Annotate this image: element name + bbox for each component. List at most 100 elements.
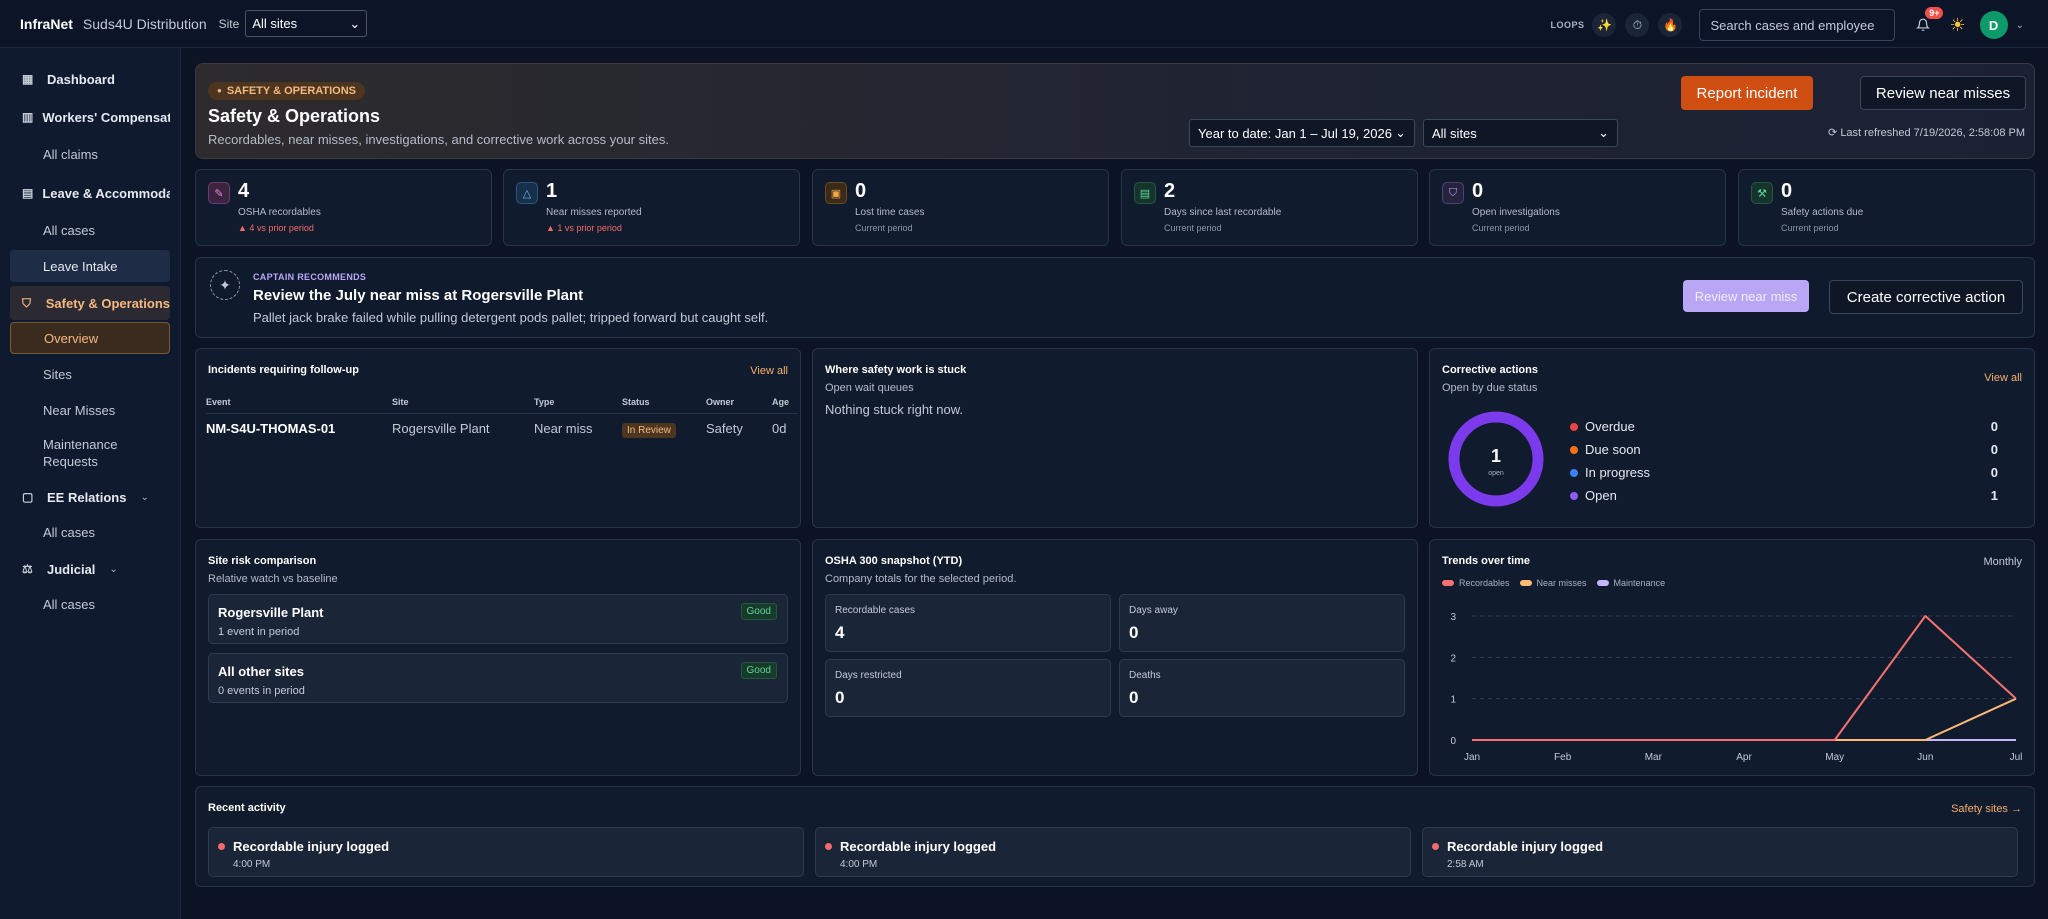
x-tick-label: Mar [1645,752,1663,763]
notifications-button[interactable]: 9+ [1911,7,1944,37]
report-incident-button[interactable]: Report incident [1681,76,1813,110]
kpi-days-since[interactable]: ▤ 2 Days since last recordable Current p… [1121,169,1418,246]
brand-name[interactable]: InfraNet [20,16,73,32]
bell-icon [1916,18,1931,31]
sidebar-item-safety[interactable]: ⛉ Safety & Operations [10,286,170,320]
legend-swatch [1596,580,1609,586]
search-input[interactable] [1699,9,1896,41]
date-range-select[interactable]: Year to date: Jan 1 – Jul 19, 2026 ⌄ [1189,119,1415,147]
osha-label: Days restricted [835,670,902,681]
incident-type: Near miss [534,421,593,436]
recent-activity-panel: Recent activity Safety sites → Recordabl… [195,786,2035,887]
sidebar-item-dashboard[interactable]: ▦ Dashboard [10,62,170,96]
sidebar-item-maintenance[interactable]: Maintenance Requests [10,430,138,476]
sidebar-item-leave-all-cases[interactable]: All cases [10,214,170,246]
sparkle-icon[interactable]: ✨ [1592,13,1617,37]
kpi-osha-recordables[interactable]: ✎ 4 OSHA recordables ▲ 4 vs prior period [195,169,492,246]
review-near-misses-button[interactable]: Review near misses [1860,76,2026,110]
table-row[interactable]: NM-S4U-THOMAS-01 Rogersville Plant Near … [206,414,798,444]
safety-sites-link[interactable]: Safety sites → [1951,803,2022,815]
y-tick-label: 0 [1450,736,1456,747]
panel-title: Trends over time [1442,555,1531,567]
theme-sun-icon[interactable]: ☀ [1949,15,1965,36]
corrective-legend: Overdue 0 Due soon 0 In progress 0 Open 1 [1570,415,1998,507]
series-line-recordables [1472,615,2017,741]
activity-item[interactable]: Recordable injury logged 4:00 PM [208,827,804,877]
kpi-label: Open investigations [1472,207,1560,218]
kpi-value: 0 [1781,180,1793,202]
sidebar-item-sites[interactable]: Sites [10,358,170,390]
sidebar-item-leave[interactable]: ▤ Leave & Accommodat [10,176,170,210]
osha-label: Deaths [1129,670,1161,681]
donut-center-label: open [1488,470,1504,477]
y-tick-label: 2 [1450,653,1456,664]
refresh-icon[interactable]: ⟳ [1828,127,1837,139]
corrective-actions-panel: Corrective actions Open by due status Vi… [1429,348,2035,528]
legend-item[interactable]: Maintenance [1596,578,1665,588]
empty-state: Nothing stuck right now. [825,402,964,417]
incident-owner: Safety [706,421,743,436]
incident-event[interactable]: NM-S4U-THOMAS-01 [206,414,392,444]
kpi-value: 2 [1164,180,1176,202]
top-bar: InfraNet Suds4U Distribution Site All si… [0,0,2048,48]
legend-item[interactable]: Near misses [1519,578,1587,588]
column-header: Site [392,393,534,414]
chevron-down-icon: ⌄ [1598,125,1609,140]
sidebar-item-judicial[interactable]: ⚖ Judicial ⌄ [10,552,170,586]
kpi-near-misses[interactable]: △ 1 Near misses reported ▲ 1 vs prior pe… [503,169,800,246]
sidebar-item-workers-comp[interactable]: ▥ Workers' Compensati [10,100,170,134]
x-tick-label: Jan [1464,752,1480,763]
x-tick-label: Jul [2010,752,2023,763]
kpi-lost-time[interactable]: ▣ 0 Lost time cases Current period [812,169,1109,246]
legend-value: 1 [1990,488,1998,503]
incidents-view-all-link[interactable]: View all [750,365,788,377]
status-badge: Good [740,662,777,679]
period-label[interactable]: Monthly [1983,556,2022,568]
timer-icon[interactable]: ⏱ [1625,13,1650,37]
activity-time: 4:00 PM [233,859,271,870]
dashboard-grid-icon: ▦ [22,72,34,86]
site-label: Site [218,16,240,31]
site-risk-card[interactable]: Rogersville Plant 1 event in period Good [208,594,788,644]
sidebar-item-judicial-all-cases[interactable]: All cases [10,588,170,620]
panel-title: Corrective actions [1442,364,1538,376]
calendar-icon: ▤ [1134,182,1156,204]
legend-label: Recordables [1459,578,1510,588]
company-name: Suds4U Distribution [82,15,207,32]
kpi-delta: Current period [1781,223,1839,233]
page-header: SAFETY & OPERATIONS Safety & Operations … [195,63,2035,159]
shield-icon: ⛉ [1442,182,1464,204]
incident-status: In Review [622,414,706,444]
site-select[interactable]: All sites ⌄ [245,10,368,37]
sidebar-item-ee-relations[interactable]: ▢ EE Relations ⌄ [10,480,170,514]
header-site-select[interactable]: All sites ⌄ [1423,119,1618,147]
legend-dot [1570,445,1578,454]
activity-item[interactable]: Recordable injury logged 4:00 PM [815,827,1411,877]
chevron-down-icon: ⌄ [140,491,149,503]
legend-row: In progress 0 [1570,461,1998,484]
status-badge: In Review [622,423,676,438]
flame-icon[interactable]: 🔥 [1658,13,1683,37]
sidebar-item-leave-intake[interactable]: Leave Intake [10,250,170,282]
sidebar-item-label: Leave & Accommodat [42,185,170,201]
avatar[interactable]: D [1979,11,2008,39]
kpi-value: 1 [546,180,558,202]
kpi-open-investigations[interactable]: ⛉ 0 Open investigations Current period [1429,169,1726,246]
kpi-safety-actions[interactable]: ⚒ 0 Safety actions due Current period [1738,169,2035,246]
legend-value: 0 [1990,465,1998,480]
sidebar-item-near-misses[interactable]: Near Misses [10,394,170,426]
legend-item[interactable]: Recordables [1442,578,1510,588]
site-select-value: All sites [252,16,298,31]
sidebar-item-overview[interactable]: Overview [10,322,170,354]
sidebar-item-all-claims[interactable]: All claims [10,138,170,170]
panel-subtitle: Relative watch vs baseline [208,573,338,585]
review-near-miss-button[interactable]: Review near miss [1683,280,1809,312]
corrective-view-all-link[interactable]: View all [1984,372,2022,384]
chevron-down-icon[interactable]: ⌄ [2016,20,2024,31]
activity-item[interactable]: Recordable injury logged 2:58 AM [1422,827,2018,877]
create-corrective-action-button[interactable]: Create corrective action [1829,280,2023,314]
column-header: Owner [706,393,772,414]
sidebar-item-ee-all-cases[interactable]: All cases [10,516,170,548]
activity-title: Recordable injury logged [840,839,997,854]
site-risk-card[interactable]: All other sites 0 events in period Good [208,653,788,703]
